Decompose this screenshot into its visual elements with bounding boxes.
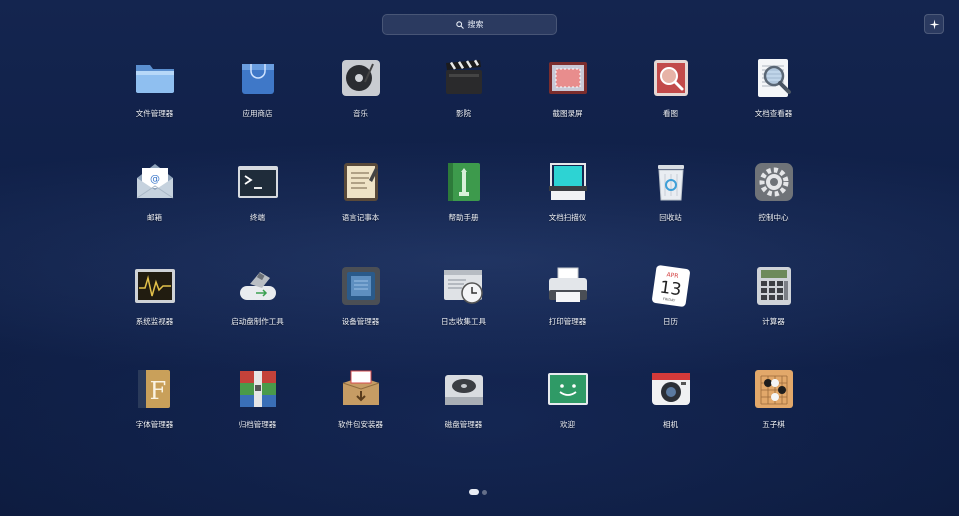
app-label: 日历 bbox=[663, 317, 678, 326]
page-dot[interactable] bbox=[482, 489, 487, 495]
app-label: 字体管理器 bbox=[135, 420, 174, 429]
fullscreen-toggle-button[interactable] bbox=[924, 14, 944, 34]
app-launcher-item[interactable]: 应用商店 bbox=[206, 56, 309, 142]
usb-drive-icon bbox=[236, 264, 280, 308]
search-bar[interactable]: 搜索 bbox=[382, 14, 557, 35]
document-viewer-icon bbox=[752, 56, 796, 100]
app-label: 设备管理器 bbox=[341, 317, 380, 326]
app-launcher-item[interactable]: 音乐 bbox=[309, 56, 412, 142]
app-launcher-item[interactable]: 语言记事本 bbox=[309, 160, 412, 246]
app-launcher-item[interactable]: 设备管理器 bbox=[309, 264, 412, 350]
gear-icon bbox=[752, 160, 796, 204]
app-label: 文件管理器 bbox=[135, 109, 174, 118]
log-clock-icon bbox=[442, 264, 486, 308]
image-viewer-icon bbox=[649, 56, 693, 100]
scanner-icon bbox=[546, 160, 590, 204]
page-indicator bbox=[469, 489, 487, 495]
app-launcher-item[interactable]: 帮助手册 bbox=[412, 160, 515, 246]
app-launcher-item[interactable]: 系统监视器 bbox=[103, 264, 206, 350]
app-launcher-item[interactable]: APR 13 FRIDAY 日历 bbox=[619, 264, 722, 350]
app-label: 应用商店 bbox=[242, 109, 273, 118]
app-label: 文档扫描仪 bbox=[548, 213, 587, 222]
app-launcher-item[interactable]: 日志收集工具 bbox=[412, 264, 515, 350]
app-label: 磁盘管理器 bbox=[444, 420, 483, 429]
music-player-icon bbox=[339, 56, 383, 100]
app-launcher-item[interactable]: @ 邮箱 bbox=[103, 160, 206, 246]
app-launcher-item[interactable]: 文档扫描仪 bbox=[516, 160, 619, 246]
app-label: 音乐 bbox=[353, 109, 368, 118]
app-launcher-item[interactable]: 欢迎 bbox=[516, 367, 619, 453]
app-label: 归档管理器 bbox=[238, 420, 277, 429]
app-launcher-item[interactable]: 终端 bbox=[206, 160, 309, 246]
app-launcher-item[interactable]: 启动盘制作工具 bbox=[206, 264, 309, 350]
clapperboard-icon bbox=[442, 56, 486, 100]
welcome-smile-icon bbox=[546, 367, 590, 411]
app-launcher-item[interactable]: 文件管理器 bbox=[103, 56, 206, 142]
calendar-day: 13 bbox=[658, 278, 682, 301]
app-launcher-item[interactable]: 软件包安装器 bbox=[309, 367, 412, 453]
disk-icon bbox=[442, 367, 486, 411]
search-label: 搜索 bbox=[467, 20, 484, 29]
app-launcher-item[interactable]: 影院 bbox=[412, 56, 515, 142]
system-monitor-icon bbox=[133, 264, 177, 308]
sparkle-icon bbox=[928, 18, 940, 30]
app-label: 帮助手册 bbox=[448, 213, 479, 222]
mail-icon: @ bbox=[133, 160, 177, 204]
app-label: 软件包安装器 bbox=[338, 420, 383, 429]
app-label: 截图录屏 bbox=[552, 109, 583, 118]
gomoku-icon bbox=[752, 367, 796, 411]
font-glyph: F bbox=[149, 377, 166, 405]
printer-icon bbox=[546, 264, 590, 308]
app-launcher-item[interactable]: F 字体管理器 bbox=[103, 367, 206, 453]
app-launcher-item[interactable]: 文档查看器 bbox=[722, 56, 825, 142]
calendar-icon: APR 13 FRIDAY bbox=[649, 264, 693, 308]
app-launcher-item[interactable]: 控制中心 bbox=[722, 160, 825, 246]
trash-icon bbox=[649, 160, 693, 204]
app-label: 日志收集工具 bbox=[441, 317, 486, 326]
font-book-icon: F bbox=[133, 367, 177, 411]
app-label: 回收站 bbox=[659, 213, 682, 222]
store-bag-icon bbox=[236, 56, 280, 100]
device-manager-icon bbox=[339, 264, 383, 308]
notebook-icon bbox=[339, 160, 383, 204]
archive-icon bbox=[236, 367, 280, 411]
app-label: 五子棋 bbox=[762, 420, 785, 429]
app-label: 系统监视器 bbox=[135, 317, 174, 326]
app-label: 计算器 bbox=[762, 317, 785, 326]
app-label: 相机 bbox=[663, 420, 678, 429]
app-launcher-item[interactable]: 打印管理器 bbox=[516, 264, 619, 350]
app-label: 文档查看器 bbox=[754, 109, 793, 118]
app-label: 邮箱 bbox=[147, 213, 162, 222]
svg-text:@: @ bbox=[150, 174, 160, 185]
search-icon bbox=[455, 20, 464, 29]
calculator-icon bbox=[752, 264, 796, 308]
app-launcher-item[interactable]: 五子棋 bbox=[722, 367, 825, 453]
app-label: 语言记事本 bbox=[341, 213, 380, 222]
manual-icon bbox=[442, 160, 486, 204]
app-launcher-item[interactable]: 看图 bbox=[619, 56, 722, 142]
terminal-icon bbox=[236, 160, 280, 204]
folder-icon bbox=[133, 56, 177, 100]
app-label: 欢迎 bbox=[560, 420, 575, 429]
page-dot-active[interactable] bbox=[469, 489, 479, 495]
app-label: 启动盘制作工具 bbox=[231, 317, 284, 326]
app-launcher-item[interactable]: 截图录屏 bbox=[516, 56, 619, 142]
app-launcher-item[interactable]: 回收站 bbox=[619, 160, 722, 246]
app-label: 看图 bbox=[663, 109, 678, 118]
app-launcher-item[interactable]: 磁盘管理器 bbox=[412, 367, 515, 453]
package-installer-icon bbox=[339, 367, 383, 411]
app-label: 终端 bbox=[250, 213, 265, 222]
app-launcher-item[interactable]: 相机 bbox=[619, 367, 722, 453]
app-label: 打印管理器 bbox=[548, 317, 587, 326]
app-label: 影院 bbox=[456, 109, 471, 118]
camera-icon bbox=[649, 367, 693, 411]
screenshot-icon bbox=[546, 56, 590, 100]
app-launcher-item[interactable]: 计算器 bbox=[722, 264, 825, 350]
app-launcher-item[interactable]: 归档管理器 bbox=[206, 367, 309, 453]
app-label: 控制中心 bbox=[758, 213, 789, 222]
